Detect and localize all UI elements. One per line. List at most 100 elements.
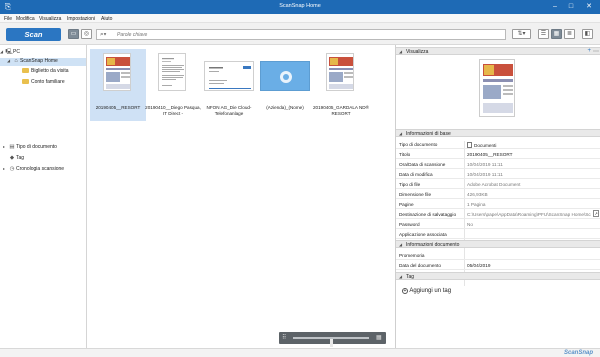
- zoom-slider[interactable]: [293, 337, 369, 347]
- document-icon: [467, 141, 472, 148]
- menu-file[interactable]: File: [4, 16, 12, 22]
- document-preview: [479, 59, 515, 117]
- property-row: Data del documento 05/04/2019: [396, 260, 600, 270]
- filter-label: Tag: [16, 155, 25, 161]
- open-folder-icon[interactable]: ↗: [593, 210, 599, 217]
- collapse-arrow-icon[interactable]: ◢: [399, 274, 402, 279]
- left-navigation-panel: ◢ 🖳PC ◢ ⌂ ScanSnap Home Biglietto da visita…: [0, 45, 87, 348]
- property-value: Adobe Acrobat Document: [467, 181, 521, 187]
- panel-toggle-icon[interactable]: ◧: [582, 29, 593, 39]
- list-view-icon[interactable]: ☰: [538, 29, 549, 39]
- property-key: Promemoria: [399, 252, 425, 258]
- property-row: Pagine 1 Pagina: [396, 199, 600, 209]
- document-info-section-header[interactable]: ◢ Informazioni documento: [396, 240, 600, 248]
- property-key: Destinazione di salvataggio: [399, 211, 457, 217]
- menu-aiuto[interactable]: Aiuto: [101, 16, 112, 22]
- thumbnail-item[interactable]: (Azienda)_(Nome): [257, 49, 313, 121]
- tag-section-header[interactable]: ◢ Tag: [396, 272, 600, 280]
- document-thumbnail-area: 20190405__RESORT 20190410__Diego Pasqua,…: [87, 45, 395, 348]
- home-icon: ⌂: [14, 58, 18, 64]
- more-options-icon[interactable]: ⋯: [593, 48, 599, 55]
- property-key: Pagine: [399, 201, 414, 207]
- thumbnail-label: 20190410__Diego Pasqua, IT Direct -: [145, 105, 201, 116]
- business-card-thumbnail: [260, 61, 310, 91]
- document-view-icon[interactable]: ▭: [68, 29, 79, 39]
- thumbnail-item[interactable]: NFON AG_Die Cloud-Telefonanlage: [201, 49, 257, 121]
- thumbnail-item[interactable]: 20190405_GARDALA ND® RESORT: [313, 49, 369, 121]
- tag-icon: ◆: [9, 155, 15, 161]
- folder-label: Biglietto da visita: [31, 68, 69, 74]
- properties-panel: ◢ Visualizza + ⋯ ◢ Informazioni di base …: [395, 45, 600, 348]
- property-key: Ora/Data di scansione: [399, 161, 446, 167]
- filter-cronologia-scansione[interactable]: ▸ ◷ Cronologia scansione: [3, 166, 64, 174]
- search-input[interactable]: [117, 31, 497, 39]
- document-date-field[interactable]: 05/04/2019: [467, 263, 599, 268]
- document-thumbnail: [158, 53, 186, 91]
- tree-item-scansnap-home[interactable]: ◢ ⌂ ScanSnap Home: [0, 58, 86, 66]
- filter-label: Tipo di documento: [16, 144, 57, 150]
- detail-view-icon[interactable]: ≣: [564, 29, 575, 39]
- property-row: Promemoria: [396, 250, 600, 260]
- add-tag-label: Aggiungi un tag: [409, 288, 452, 294]
- scan-button[interactable]: Scan: [6, 28, 61, 41]
- section-title: Informazioni di base: [406, 131, 451, 137]
- sort-icon[interactable]: ⇅▾: [512, 29, 531, 39]
- add-tag-button[interactable]: + Aggiungi un tag: [402, 288, 451, 294]
- property-key: Data di modifica: [399, 171, 433, 177]
- property-row: Dimensione file 426,93KB: [396, 189, 600, 199]
- folder-icon: [22, 79, 29, 84]
- property-value[interactable]: Documenti: [467, 141, 599, 148]
- folder-conto-familiare[interactable]: Conto familiare: [22, 79, 65, 87]
- add-icon[interactable]: +: [587, 48, 591, 54]
- minimize-button[interactable]: –: [548, 1, 562, 13]
- property-row: Destinazione di salvataggio C:\Users\pap…: [396, 209, 600, 219]
- zoom-slider-handle[interactable]: [329, 339, 333, 347]
- property-value: No: [467, 221, 473, 227]
- search-icon[interactable]: ⌕▾: [100, 31, 106, 39]
- property-row: Tipo di documento Documenti: [396, 139, 600, 149]
- collapse-arrow-icon[interactable]: ◢: [399, 131, 402, 136]
- property-row: Tipo di file Adobe Acrobat Document: [396, 179, 600, 189]
- folder-biglietto-da-visita[interactable]: Biglietto da visita: [22, 68, 69, 76]
- filter-tipo-di-documento[interactable]: ▸ ▤Tipo di documento: [3, 144, 57, 152]
- thumbnail-view-icon[interactable]: ▦: [551, 29, 562, 39]
- search-box: ⌕▾: [96, 29, 506, 40]
- section-title: Informazioni documento: [406, 242, 460, 248]
- thumbnail-label: NFON AG_Die Cloud-Telefonanlage: [206, 105, 252, 116]
- property-value: 426,93KB: [467, 191, 488, 197]
- preview-section-header[interactable]: ◢ Visualizza + ⋯: [396, 47, 600, 55]
- zoom-out-icon[interactable]: ⠿: [282, 334, 286, 341]
- property-key: Tipo di file: [399, 181, 421, 187]
- thumbnail-label: (Azienda)_(Nome): [266, 105, 304, 110]
- document-thumbnail: [103, 53, 131, 91]
- collapse-arrow-icon[interactable]: ◢: [399, 49, 402, 54]
- property-value: 10/04/2019 11:11: [467, 161, 503, 167]
- thumbnail-label: 20190405__RESORT: [95, 105, 141, 110]
- menu-modifica[interactable]: Modifica: [16, 16, 35, 22]
- save-destination-path[interactable]: C:\Users\pape\AppData\Roaming\PFU\ScanSn…: [467, 212, 591, 217]
- history-icon: ◷: [9, 166, 15, 172]
- collapse-arrow-icon[interactable]: ◢: [399, 242, 402, 247]
- property-row: Titolo 20190405__RESORT: [396, 149, 600, 159]
- computer-icon: 🖳: [5, 49, 13, 55]
- thumbnail-item[interactable]: 20190405__RESORT: [90, 49, 146, 121]
- property-key: Tipo di documento: [399, 141, 438, 147]
- thumbnail-item[interactable]: 20190410__Diego Pasqua, IT Direct -: [145, 49, 201, 121]
- tree-item-pc[interactable]: ◢ 🖳PC: [0, 48, 86, 56]
- window-title: ScanSnap Home: [279, 3, 321, 9]
- filter-tag[interactable]: ◆ Tag: [3, 155, 24, 163]
- toolbar: Scan ▭ ◎ ⌕▾ ⇅▾ ☰ ▦ ≣ ◧: [0, 23, 600, 45]
- thumbnail-zoom-bar: ⠿ ▦: [279, 332, 386, 347]
- property-key: Titolo: [399, 151, 411, 157]
- menu-impostazioni[interactable]: Impostazioni: [67, 16, 95, 22]
- menu-visualizza[interactable]: Visualizza: [39, 16, 61, 22]
- property-key: Password: [399, 221, 420, 227]
- close-button[interactable]: ✕: [582, 1, 596, 13]
- basic-info-section-header[interactable]: ◢ Informazioni di base: [396, 129, 600, 137]
- property-row: Password No: [396, 219, 600, 229]
- card-view-icon[interactable]: ◎: [81, 29, 92, 39]
- maximize-button[interactable]: □: [564, 1, 578, 13]
- zoom-in-icon[interactable]: ▦: [376, 334, 382, 341]
- property-key: Dimensione file: [399, 191, 432, 197]
- title-field[interactable]: 20190405__RESORT: [467, 152, 599, 157]
